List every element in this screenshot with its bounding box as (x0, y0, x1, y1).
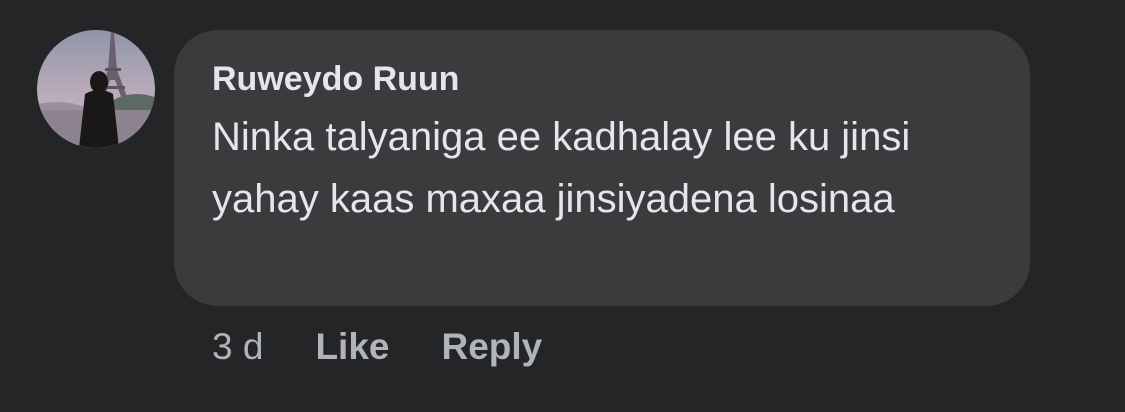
avatar[interactable] (37, 30, 155, 148)
like-button[interactable]: Like (315, 326, 389, 368)
comment-bubble: Ruweydo Ruun Ninka talyaniga ee kadhalay… (174, 30, 1030, 306)
comment-author[interactable]: Ruweydo Ruun (212, 56, 1000, 102)
comment-actions: 3 d Like Reply (212, 322, 542, 372)
avatar-image (37, 30, 155, 148)
comment-timestamp[interactable]: 3 d (212, 326, 263, 368)
comment-text: Ninka talyaniga ee kadhalay lee ku jinsi… (212, 115, 911, 221)
reply-button[interactable]: Reply (441, 326, 542, 368)
